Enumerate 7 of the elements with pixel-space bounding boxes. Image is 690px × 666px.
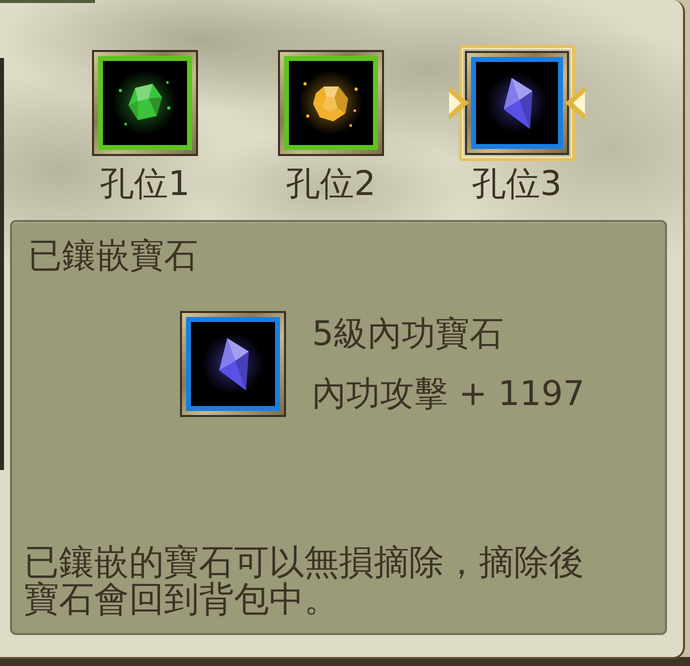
socket-tab[interactable]: 孔位1: [92, 44, 198, 204]
gem-name: 5級內功寶石: [312, 313, 504, 356]
socket-tab[interactable]: 孔位2: [278, 44, 384, 204]
gem-stat: 內功攻擊 + 1197: [312, 373, 585, 416]
arrow-icon: [565, 86, 585, 120]
note-text: 已鑲嵌的寶石可以無損摘除，摘除後寶石會回到背包中。: [24, 545, 585, 619]
section-title: 已鑲嵌寶石: [28, 236, 198, 276]
